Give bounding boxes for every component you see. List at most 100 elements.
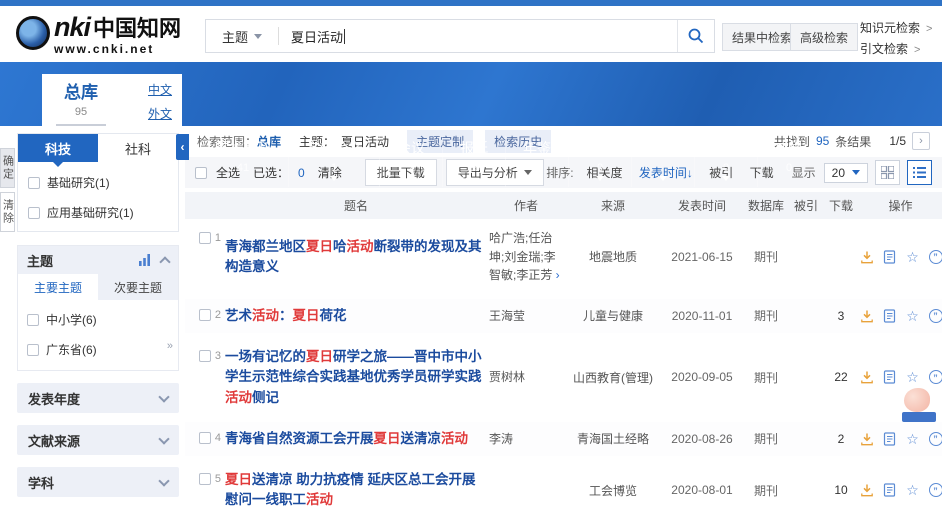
sidebar-section-header[interactable]: 发表年度 bbox=[17, 383, 179, 413]
grid-view-icon bbox=[881, 166, 894, 179]
checkbox[interactable] bbox=[28, 207, 40, 219]
nav-database-item[interactable]: 学位论文 1 bbox=[288, 136, 379, 187]
row-actions: ☆” bbox=[859, 308, 942, 323]
nav-database-item[interactable]: 年鉴 bbox=[505, 136, 568, 187]
download-icon[interactable] bbox=[859, 370, 874, 385]
total-library-tab[interactable]: 总库 bbox=[64, 78, 98, 103]
favorite-icon[interactable]: ☆ bbox=[905, 483, 920, 498]
result-date: 2020-09-05 bbox=[661, 370, 743, 384]
row-checkbox[interactable] bbox=[199, 432, 211, 444]
tab-science-tech[interactable]: 科技 bbox=[18, 134, 98, 162]
result-authors[interactable]: 哈广浩;任治坤;刘金瑞;李智敏;李正芳 › bbox=[487, 229, 565, 285]
authors-expand-icon[interactable]: › bbox=[552, 268, 559, 282]
cite-icon[interactable]: ” bbox=[928, 431, 942, 446]
filter-checkbox-item[interactable]: 应用基础研究(1) bbox=[28, 204, 168, 221]
nav-item-label: 年鉴 bbox=[523, 138, 551, 158]
results-table-header: 题名作者来源发表时间数据库被引下载操作 bbox=[185, 192, 942, 219]
nav-database-item[interactable]: 会议 2 bbox=[379, 136, 442, 187]
chevron-up-icon[interactable] bbox=[159, 256, 170, 267]
row-checkbox[interactable] bbox=[199, 309, 211, 321]
result-title-link[interactable]: 夏日送清凉 助力抗疫情 延庆区总工会开展慰问一线职工活动 bbox=[225, 470, 487, 511]
chevron-down-icon bbox=[254, 34, 262, 43]
download-icon[interactable] bbox=[859, 249, 874, 264]
result-source[interactable]: 地震地质 bbox=[565, 248, 661, 265]
read-icon[interactable] bbox=[882, 431, 897, 446]
favorite-icon[interactable]: ☆ bbox=[905, 249, 920, 264]
checkbox[interactable] bbox=[27, 344, 39, 356]
chinese-link[interactable]: 中文 bbox=[148, 81, 172, 98]
checkbox[interactable] bbox=[28, 177, 40, 189]
row-checkbox[interactable] bbox=[199, 232, 211, 244]
chevron-down-icon bbox=[158, 475, 169, 486]
column-header: 被引 bbox=[789, 197, 823, 214]
nav-database-item[interactable]: 专利 bbox=[631, 136, 694, 187]
cite-icon[interactable]: ” bbox=[928, 308, 942, 323]
checkbox[interactable] bbox=[27, 314, 39, 326]
apply-filter-button[interactable]: 确定 bbox=[0, 148, 15, 188]
sidebar-collapse-button[interactable]: ‹ bbox=[176, 134, 189, 160]
result-source[interactable]: 工会博览 bbox=[565, 482, 661, 499]
sidebar-section-header[interactable]: 学科 bbox=[17, 467, 179, 497]
nav-database-item[interactable]: 成果 0 bbox=[757, 136, 820, 187]
tab-primary-topic[interactable]: 主要主题 bbox=[18, 274, 98, 300]
download-icon[interactable] bbox=[859, 483, 874, 498]
topic-more-button[interactable]: » bbox=[167, 340, 173, 352]
search-input[interactable]: 夏日活动 bbox=[279, 20, 677, 52]
result-title-link[interactable]: 青海都兰地区夏日哈活动断裂带的发现及其构造意义 bbox=[225, 237, 487, 278]
nav-item-label: 图书 bbox=[586, 138, 614, 158]
read-icon[interactable] bbox=[882, 249, 897, 264]
result-authors[interactable]: 贾树林 bbox=[487, 368, 565, 387]
cnki-logo[interactable]: nki中国知网 www.cnki.net bbox=[16, 14, 181, 55]
next-page-button[interactable]: › bbox=[912, 132, 930, 150]
nav-database-item[interactable]: 图书 0 bbox=[568, 136, 631, 187]
favorite-icon[interactable]: ☆ bbox=[905, 370, 920, 385]
foreign-link[interactable]: 外文 bbox=[148, 105, 172, 122]
result-title-link[interactable]: 青海省自然资源工会开展夏日送清凉活动 bbox=[225, 429, 487, 449]
column-header: 下载 bbox=[823, 197, 859, 214]
result-authors[interactable]: 王海莹 bbox=[487, 307, 565, 326]
cite-icon[interactable]: ” bbox=[928, 370, 942, 385]
list-view-button[interactable] bbox=[907, 160, 932, 185]
section-label: 发表年度 bbox=[28, 389, 80, 408]
search-button[interactable] bbox=[677, 20, 714, 52]
sidebar-section-header[interactable]: 文献来源 bbox=[17, 425, 179, 455]
filter-checkbox-item[interactable]: 基础研究(1) bbox=[28, 174, 168, 191]
mascot-image[interactable] bbox=[898, 388, 936, 422]
favorite-icon[interactable]: ☆ bbox=[905, 431, 920, 446]
advanced-search-button[interactable]: 高级检索 bbox=[790, 23, 858, 51]
result-authors[interactable]: 李涛 bbox=[487, 430, 565, 449]
read-icon[interactable] bbox=[882, 308, 897, 323]
result-date: 2020-11-01 bbox=[661, 309, 743, 323]
bar-chart-icon[interactable] bbox=[139, 254, 152, 266]
search-field-select[interactable]: 主题 bbox=[206, 20, 278, 52]
result-row: 1 青海都兰地区夏日哈活动断裂带的发现及其构造意义 哈广浩;任治坤;刘金瑞;李智… bbox=[185, 222, 942, 292]
tab-secondary-topic[interactable]: 次要主题 bbox=[98, 274, 178, 300]
result-title-link[interactable]: 艺术活动：夏日荷花 bbox=[225, 306, 487, 326]
result-source[interactable]: 山西教育(管理) bbox=[565, 369, 661, 386]
results-list: 1 青海都兰地区夏日哈活动断裂带的发现及其构造意义 哈广浩;任治坤;刘金瑞;李智… bbox=[185, 222, 942, 518]
download-icon[interactable] bbox=[859, 431, 874, 446]
search-query: 夏日活动 bbox=[291, 27, 343, 46]
row-checkbox[interactable] bbox=[199, 473, 211, 485]
nav-database-item[interactable]: 报纸 18 bbox=[442, 136, 505, 187]
nav-database-item[interactable]: 标准 0 bbox=[694, 136, 757, 187]
cite-icon[interactable]: ” bbox=[928, 249, 942, 264]
cite-icon[interactable]: ” bbox=[928, 483, 942, 498]
knowledge-element-search-link[interactable]: 知识元检索> bbox=[860, 18, 932, 39]
grid-view-button[interactable] bbox=[875, 160, 900, 185]
citation-search-link[interactable]: 引文检索> bbox=[860, 39, 932, 60]
read-icon[interactable] bbox=[882, 370, 897, 385]
result-source[interactable]: 儿童与健康 bbox=[565, 307, 661, 324]
clear-filter-button[interactable]: 清除 bbox=[0, 192, 15, 232]
read-icon[interactable] bbox=[882, 483, 897, 498]
result-source[interactable]: 青海国土经略 bbox=[565, 430, 661, 447]
nav-database-item[interactable]: 学术期刊 41 bbox=[198, 136, 288, 187]
download-icon[interactable] bbox=[859, 308, 874, 323]
page-size-select[interactable]: 20 bbox=[824, 163, 868, 183]
tab-social-science[interactable]: 社科 bbox=[98, 134, 178, 162]
result-title-link[interactable]: 一场有记忆的夏日研学之旅——晋中市中小学生示范性综合实践基地优秀学员研学实践活动… bbox=[225, 347, 487, 408]
filter-checkbox-item[interactable]: 广东省(6) bbox=[27, 341, 169, 358]
filter-checkbox-item[interactable]: 中小学(6) bbox=[27, 311, 169, 328]
favorite-icon[interactable]: ☆ bbox=[905, 308, 920, 323]
row-checkbox[interactable] bbox=[199, 350, 211, 362]
